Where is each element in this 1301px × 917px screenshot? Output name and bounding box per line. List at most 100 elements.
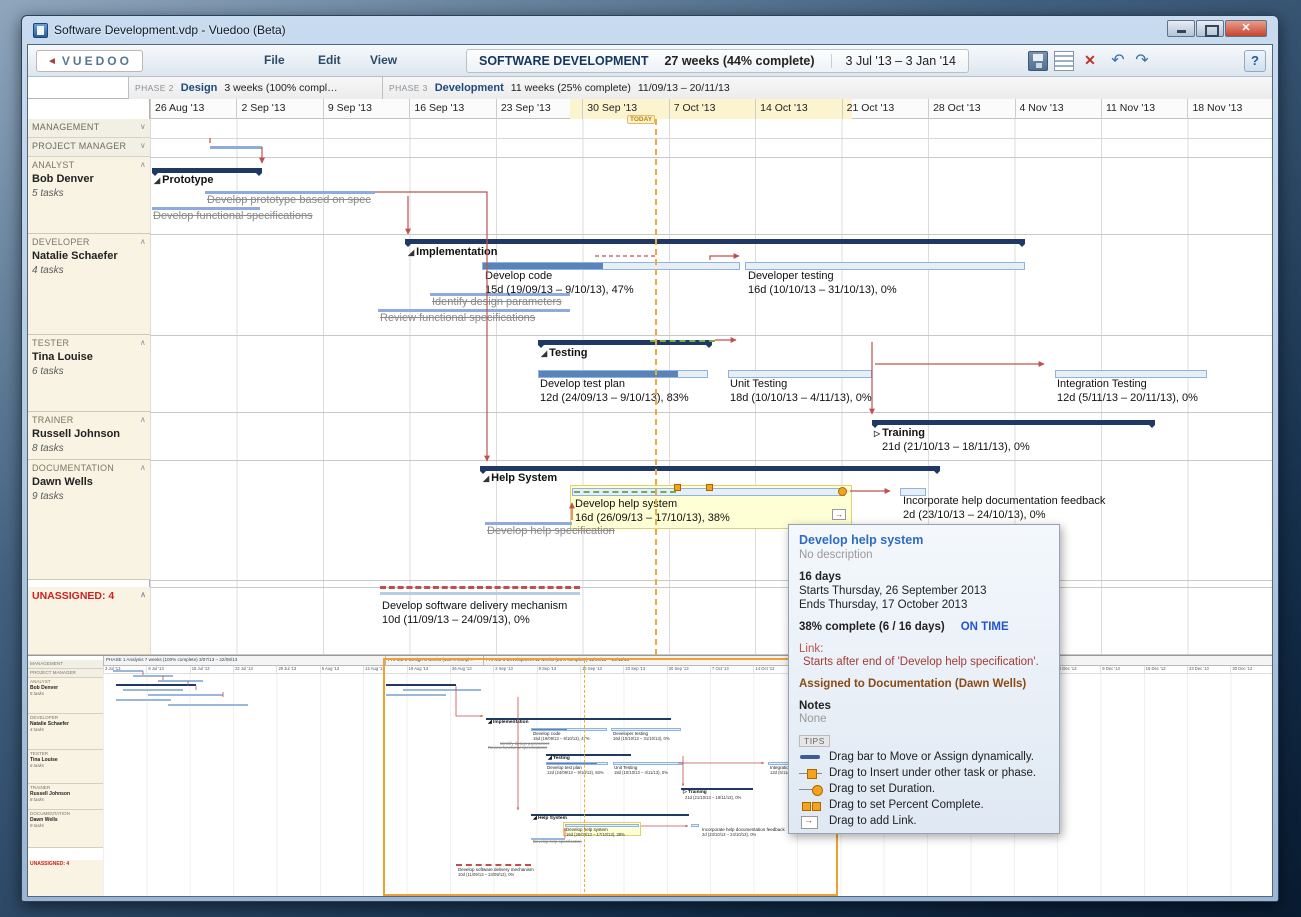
window-controls: ✕ [1167,20,1267,37]
phase-2-tag: PHASE 2 [135,83,174,93]
developer-name: Natalie Schaefer [32,250,146,262]
project-summary-box: SOFTWARE DEVELOPMENT 27 weeks (44% compl… [466,49,969,73]
duration-handle[interactable] [838,487,847,496]
chevron-down-icon[interactable]: ∨ [140,141,146,156]
documentation-task-count: 9 tasks [32,491,146,502]
week-label: 11 Nov '13 [1101,99,1187,119]
week-label: 2 Sep '13 [236,99,322,119]
status-badge: ON TIME [961,621,1009,633]
tooltip-link-text: Starts after end of 'Develop help specif… [799,656,1049,668]
delete-icon[interactable]: ✕ [1080,51,1100,71]
week-labels: 26 Aug '13 2 Sep '13 9 Sep '13 16 Sep '1… [150,99,1273,119]
chevron-up-icon[interactable]: ∧ [140,590,146,602]
duration-handle-icon [799,784,823,795]
maximize-button[interactable] [1196,20,1224,37]
logo-arrow-icon: ◄ [47,56,57,67]
vuedoo-logo[interactable]: ◄ VUEDOO [36,50,143,72]
help-system-progress-dash [574,491,676,493]
title-bar[interactable]: Software Development.vdp - Vuedoo (Beta)… [27,16,1273,44]
management-label: MANAGEMENT [32,122,100,137]
documentation-role: DOCUMENTATION [32,463,114,473]
analyst-name: Bob Denver [32,173,146,185]
trainer-task-count: 8 tasks [32,443,146,454]
tip-row: Drag to set Percent Complete. [799,799,1049,811]
sidebar-item-trainer[interactable]: TRAINER ∧ Russell Johnson 8 tasks [28,412,150,460]
chevron-up-icon[interactable]: ∧ [140,160,146,170]
week-label: 21 Oct '13 [842,99,928,119]
project-title: SOFTWARE DEVELOPMENT [479,54,648,68]
week-label: 9 Sep '13 [323,99,409,119]
tooltip-complete: 38% complete (6 / 16 days)ON TIME [799,621,1049,633]
today-label: TODAY [627,115,655,124]
chevron-up-icon[interactable]: ∧ [140,415,146,425]
chevron-up-icon[interactable]: ∧ [140,463,146,473]
tip-row: Drag bar to Move or Assign dynamically. [799,751,1049,763]
sidebar-item-documentation[interactable]: DOCUMENTATION ∧ Dawn Wells 9 tasks [28,460,150,580]
gantt-chart: ◢Prototype Develop prototype based on sp… [150,119,1273,655]
tooltip-ends: Ends Thursday, 17 October 2013 [799,599,1049,611]
week-label: 23 Sep '13 [496,99,582,119]
window-title: Software Development.vdp - Vuedoo (Beta) [54,23,286,37]
trainer-name: Russell Johnson [32,428,146,440]
week-label: 30 Sep '13 [582,99,668,119]
sidebar-item-unassigned[interactable]: UNASSIGNED: 4 ∧ [28,587,150,655]
testing-progress-dash [650,340,715,342]
phase-2-header[interactable]: PHASE 2 Design 3 weeks (100% compl… [128,77,382,99]
close-button[interactable]: ✕ [1225,20,1267,37]
sidebar-item-analyst[interactable]: ANALYST∧ Bob Denver 5 tasks [28,157,150,234]
client-area: ◄ VUEDOO File Edit View SOFTWARE DEVELOP… [27,44,1273,897]
overview-viewport[interactable] [383,658,838,896]
bar-delivery-mechanism-overdue[interactable] [380,586,580,589]
minimize-button[interactable] [1167,20,1195,37]
tooltip-starts: Starts Thursday, 26 September 2013 [799,585,1049,597]
tip-row: →Drag to add Link. [799,815,1049,827]
week-label: 18 Nov '13 [1187,99,1273,119]
insert-handle-icon [799,768,823,779]
app-icon [33,23,48,38]
project-progress: 27 weeks (44% complete) [664,54,814,68]
developer-task-count: 4 tasks [32,265,146,276]
undo-icon[interactable]: ↶ [1108,51,1128,71]
redo-icon[interactable]: ↷ [1132,51,1152,71]
menu-file[interactable]: File [264,53,285,67]
sidebar-item-project-manager[interactable]: PROJECT MANAGER ∨ [28,138,150,157]
trainer-role: TRAINER [32,415,74,425]
phase-2-name: Design [181,82,218,94]
week-label: 26 Aug '13 [150,99,236,119]
sidebar-item-management[interactable]: MANAGEMENT ∨ [28,119,150,138]
tooltip-notes-label: Notes [799,700,1049,712]
toolbar: ◄ VUEDOO File Edit View SOFTWARE DEVELOP… [28,45,1273,77]
add-link-handle[interactable]: → [832,509,846,520]
unassigned-label: UNASSIGNED: 4 [32,590,114,602]
chevron-up-icon[interactable]: ∧ [140,338,146,348]
task-tooltip: Develop help system No description 16 da… [788,524,1060,834]
documentation-name: Dawn Wells [32,476,146,488]
menu-edit[interactable]: Edit [318,53,341,67]
tip-row: Drag to Insert under other task or phase… [799,767,1049,779]
save-icon[interactable] [1028,51,1048,71]
phase-3-info: 11 weeks (25% complete) [511,82,631,94]
tester-name: Tina Louise [32,351,146,363]
project-dates: 3 Jul '13 – 3 Jan '14 [831,54,956,68]
chevron-up-icon[interactable]: ∧ [140,237,146,247]
menu-view[interactable]: View [370,53,397,67]
tooltip-title: Develop help system [799,533,1049,547]
insert-handle[interactable] [674,484,681,491]
phase-3-header[interactable]: PHASE 3 Development 11 weeks (25% comple… [382,77,1273,99]
list-view-icon[interactable] [1054,51,1074,71]
percent-handle[interactable] [706,484,713,491]
chevron-down-icon[interactable]: ∨ [140,122,146,137]
project-overview: PHASE 1 Analysis 7 weeks (100% complete)… [28,655,1273,897]
help-button[interactable]: ? [1244,50,1266,72]
developer-role: DEVELOPER [32,237,90,247]
week-label: 14 Oct '13 [755,99,841,119]
phase-header-row: PHASE 2 Design 3 weeks (100% compl… PHAS… [28,77,1273,99]
sidebar-item-tester[interactable]: TESTER∧ Tina Louise 6 tasks [28,335,150,412]
week-label: 28 Oct '13 [928,99,1014,119]
tips-label: TIPS [799,735,830,747]
tooltip-duration: 16 days [799,571,1049,583]
dependency-arrows [150,119,1273,655]
sidebar-item-developer[interactable]: DEVELOPER ∧ Natalie Schaefer 4 tasks [28,234,150,335]
tester-role: TESTER [32,338,69,348]
phase-3-name: Development [435,82,504,94]
